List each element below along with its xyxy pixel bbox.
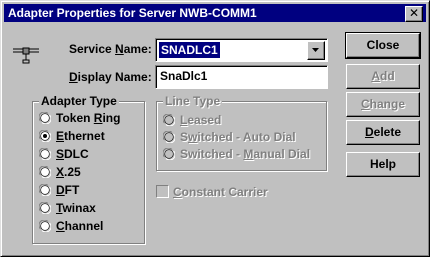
change-button[interactable]: Change (346, 92, 420, 117)
dialog-window: Adapter Properties for Server NWB-COMM1 … (0, 0, 430, 257)
radio-label: Leased (180, 113, 222, 127)
add-button[interactable]: Add (346, 64, 420, 89)
adapter-type-group: Adapter Type Token Ring Ethernet SDLC X.25 D… (32, 94, 145, 244)
radio-icon (39, 184, 51, 196)
service-name-dropdown-button[interactable] (307, 41, 325, 60)
radio-label: Token Ring (56, 111, 121, 125)
radio-icon (39, 130, 51, 142)
radio-label: Switched - Manual Dial (180, 147, 311, 161)
window-title: Adapter Properties for Server NWB-COMM1 (8, 6, 257, 20)
radio-label: X.25 (56, 165, 81, 179)
service-name-combobox[interactable]: SNADLC1 (155, 38, 328, 62)
radio-label: Switched - Auto Dial (180, 130, 296, 144)
service-name-value: SNADLC1 (159, 42, 220, 58)
radio-icon (39, 112, 51, 124)
close-icon: ✕ (408, 6, 420, 20)
adapter-type-title: Adapter Type (39, 94, 119, 108)
close-button[interactable]: Close (345, 32, 421, 59)
radio-label: SDLC (56, 147, 89, 161)
chevron-down-icon (312, 48, 319, 52)
radio-icon (163, 148, 175, 160)
close-window-button[interactable]: ✕ (405, 6, 423, 22)
display-name-value: SnaDlc1 (160, 69, 208, 83)
line-type-title: Line Type (163, 94, 223, 108)
network-adapter-icon (13, 47, 39, 64)
display-name-label: Display Name: (69, 70, 152, 84)
radio-icon (163, 114, 175, 126)
radio-icon (163, 131, 175, 143)
radio-icon (39, 220, 51, 232)
radio-icon (39, 202, 51, 214)
delete-button[interactable]: Delete (346, 120, 420, 145)
radio-label: DFT (56, 183, 80, 197)
radio-label: Channel (56, 219, 104, 233)
service-name-label: Service Name: (69, 42, 152, 56)
constant-carrier-label: Constant Carrier (173, 185, 268, 199)
radio-icon (39, 148, 51, 160)
display-name-input[interactable]: SnaDlc1 (155, 65, 328, 89)
title-bar[interactable]: Adapter Properties for Server NWB-COMM1 … (4, 4, 426, 22)
line-type-group: Line Type Leased Switched - Auto Dial Swit… (156, 94, 327, 171)
radio-label: Twinax (56, 201, 96, 215)
radio-label: Ethernet (56, 129, 105, 143)
radio-icon (39, 166, 51, 178)
help-button[interactable]: Help (346, 152, 420, 177)
checkbox-box (156, 185, 169, 198)
